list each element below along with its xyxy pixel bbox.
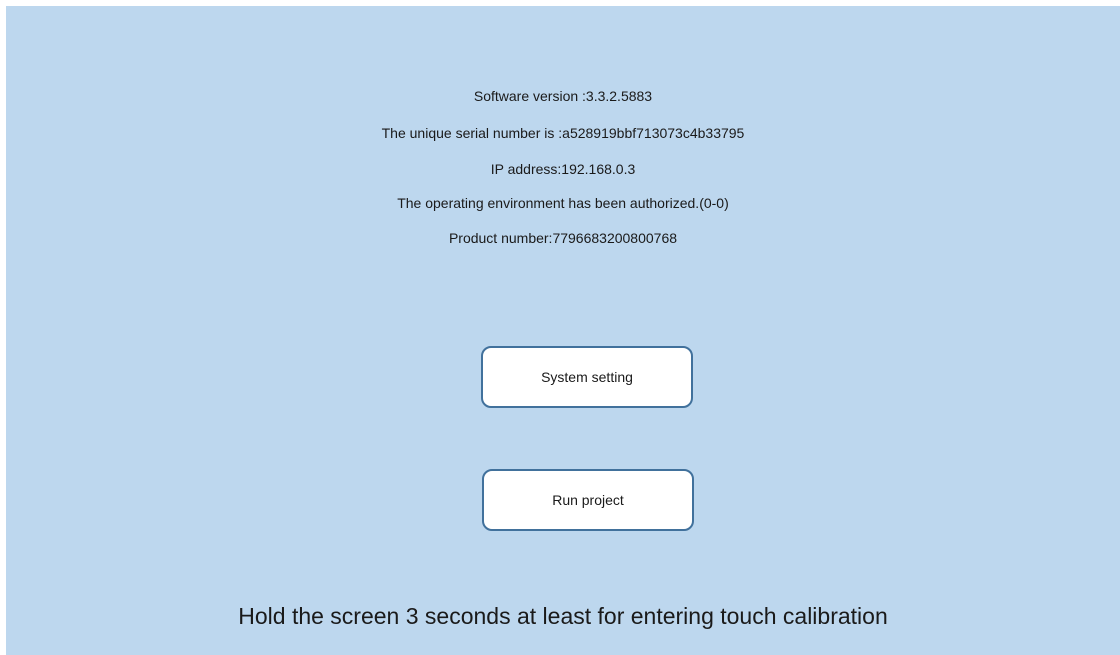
- touch-calibration-hint: Hold the screen 3 seconds at least for e…: [238, 603, 888, 629]
- product-number-text: Product number:7796683200800768: [448, 230, 678, 246]
- run-project-label: Run project: [552, 492, 624, 508]
- ip-address-text: IP address:192.168.0.3: [490, 161, 636, 177]
- authorization-status-text: The operating environment has been autho…: [397, 195, 729, 211]
- system-setting-button[interactable]: System setting: [481, 346, 693, 408]
- run-project-button[interactable]: Run project: [482, 469, 694, 531]
- serial-number-text: The unique serial number is :a528919bbf7…: [381, 125, 745, 141]
- startup-screen[interactable]: Software version :3.3.2.5883 The unique …: [6, 6, 1120, 655]
- software-version-text: Software version :3.3.2.5883: [473, 88, 653, 104]
- system-setting-label: System setting: [541, 369, 633, 385]
